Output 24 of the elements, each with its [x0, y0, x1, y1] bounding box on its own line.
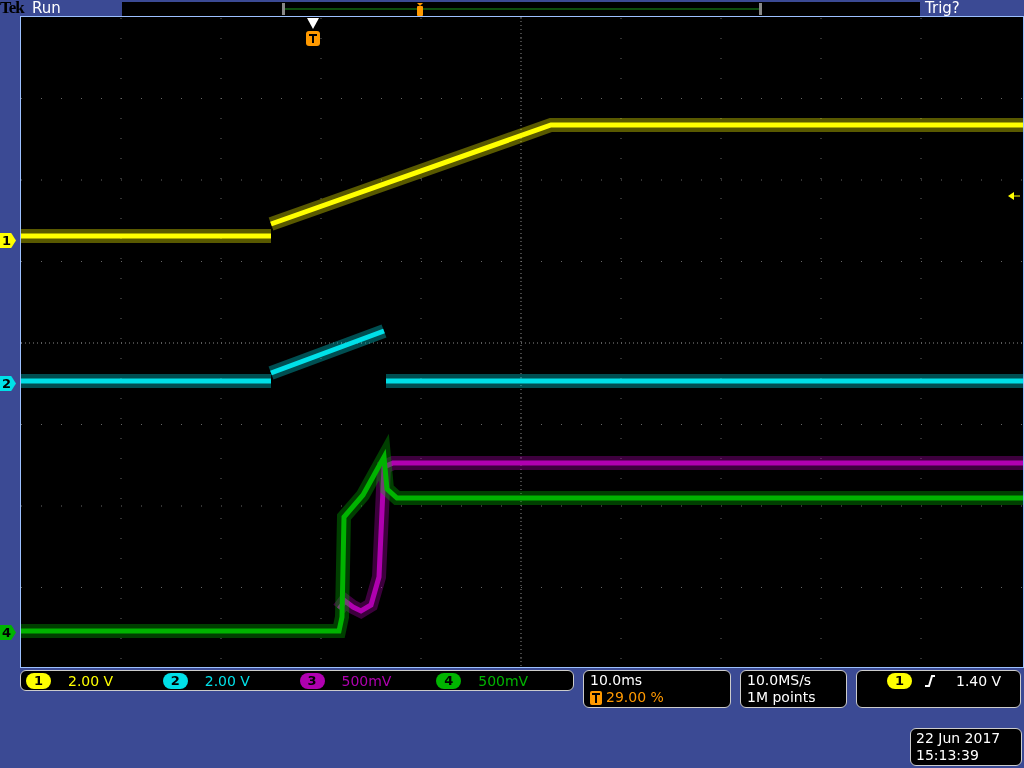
run-status: Run [32, 0, 62, 16]
channel-badge[interactable]: 2 [162, 672, 188, 689]
rising-edge-icon [924, 674, 936, 688]
channel-scale: 500mV [478, 672, 529, 689]
trigger-level: 1.40 V [956, 673, 1002, 689]
brand-label: Tek [0, 0, 26, 16]
time-scale: 10.0ms [590, 672, 644, 689]
channel-marker[interactable]: 2 [0, 376, 16, 391]
time-label: 15:13:39 [916, 747, 980, 764]
channel-marker[interactable]: 4 [0, 625, 16, 640]
trigger-position-value: 29.00 % [606, 689, 664, 706]
record-length: 1M points [747, 689, 817, 706]
channel-scale: 500mV [341, 672, 392, 689]
channel-marker[interactable]: 1 [0, 233, 16, 248]
trigger-level-icon [1008, 192, 1020, 200]
trigger-source-badge[interactable]: 1 [887, 673, 912, 689]
channel-scale: 2.00 V [204, 672, 250, 689]
channel-badge[interactable]: 1 [26, 672, 51, 689]
channel-badge[interactable]: 4 [436, 672, 462, 689]
channel-scale: 2.00 V [68, 672, 114, 689]
trigger-status: Trig? [925, 0, 960, 16]
sample-rate: 10.0MS/s [747, 672, 813, 689]
trigger-position-icon [590, 690, 602, 705]
date-label: 22 Jun 2017 [916, 730, 1002, 747]
